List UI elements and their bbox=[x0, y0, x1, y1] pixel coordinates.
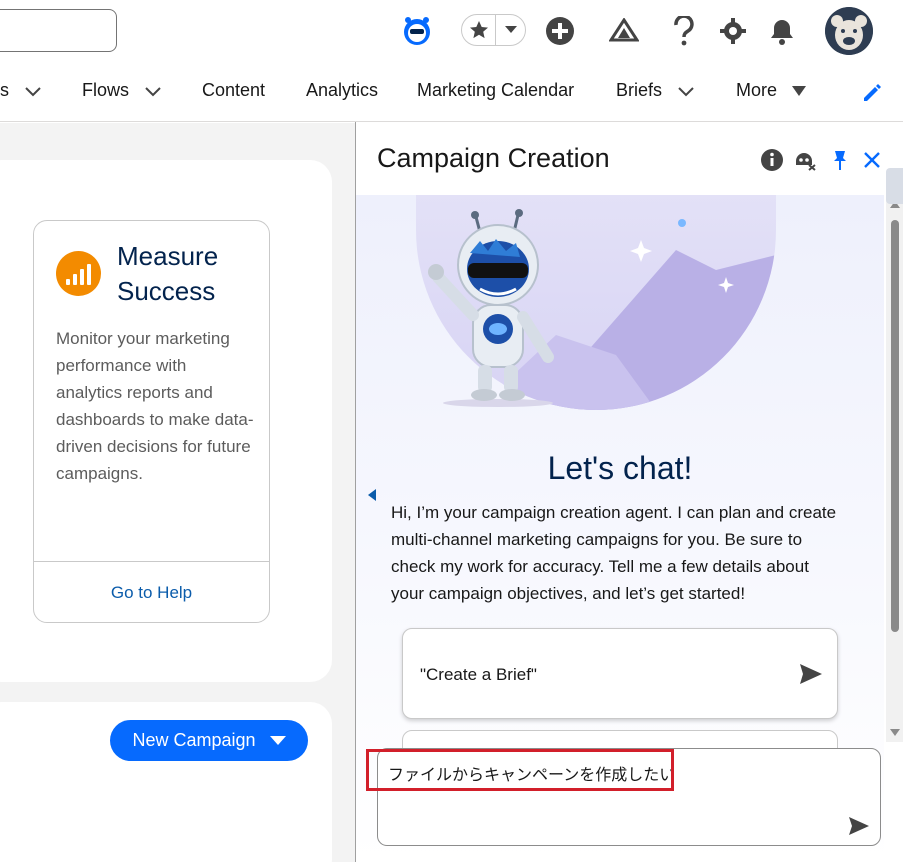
caret-down-icon[interactable] bbox=[269, 736, 286, 745]
gear-icon[interactable] bbox=[716, 14, 750, 48]
chevron-down-icon bbox=[25, 86, 41, 96]
nav-item-label: s bbox=[0, 80, 9, 100]
astro-icon[interactable] bbox=[400, 14, 434, 48]
tile-title: Measure Success bbox=[117, 241, 219, 306]
nav-item-marketing-calendar[interactable]: Marketing Calendar bbox=[417, 80, 574, 101]
bell-icon[interactable] bbox=[765, 14, 799, 48]
global-header bbox=[0, 0, 903, 62]
send-icon[interactable] bbox=[799, 663, 823, 685]
suggested-prompt-text: "Create a Brief" bbox=[420, 665, 537, 684]
new-campaign-label: New Campaign bbox=[132, 730, 256, 750]
nav-item-flows[interactable]: Flows bbox=[82, 80, 163, 101]
nav-item-label: Flows bbox=[82, 80, 130, 100]
pin-icon[interactable] bbox=[827, 147, 853, 173]
chevron-down-icon[interactable] bbox=[496, 15, 525, 45]
nav-item-analytics[interactable]: Analytics bbox=[306, 80, 378, 101]
nav-item-label: Briefs bbox=[616, 80, 663, 100]
chevron-down-icon bbox=[145, 86, 161, 96]
suggested-prompt[interactable]: "Create a Brief" bbox=[402, 628, 838, 719]
analytics-chart-icon bbox=[56, 251, 101, 296]
caret-down-icon bbox=[792, 85, 807, 96]
scroll-down-arrow[interactable] bbox=[890, 729, 900, 736]
go-to-help-link[interactable]: Go to Help bbox=[34, 583, 269, 603]
nav-item-label: Content bbox=[202, 80, 266, 100]
panel-title: Campaign Creation bbox=[377, 143, 610, 173]
astro-robot-mascot bbox=[428, 209, 554, 407]
nav-item-label: Marketing Calendar bbox=[417, 80, 575, 100]
close-icon[interactable] bbox=[859, 147, 885, 173]
tile-description: Monitor your marketing performance with … bbox=[56, 329, 254, 483]
star-icon[interactable] bbox=[462, 15, 496, 45]
send-icon[interactable] bbox=[848, 816, 870, 836]
collapse-arrow-icon[interactable] bbox=[368, 489, 376, 501]
agent-settings-icon[interactable] bbox=[792, 147, 818, 173]
chevron-down-icon bbox=[678, 86, 694, 96]
highlight-annotation bbox=[366, 749, 674, 791]
trailhead-icon[interactable] bbox=[607, 14, 641, 48]
help-icon[interactable] bbox=[667, 14, 701, 48]
new-campaign-button[interactable]: New Campaign bbox=[110, 720, 308, 761]
tile-divider bbox=[34, 561, 269, 562]
nav-item-label: Analytics bbox=[306, 80, 379, 100]
info-icon[interactable] bbox=[759, 147, 785, 173]
panel-scrollbar[interactable] bbox=[886, 195, 903, 742]
app-nav-bar: s Flows Content Analytics Marketing Cale… bbox=[0, 62, 903, 122]
search-input[interactable] bbox=[0, 9, 117, 52]
measure-success-tile: Measure Success Monitor your marketing p… bbox=[33, 220, 270, 623]
nav-item-content[interactable]: Content bbox=[202, 80, 265, 101]
nav-item-more[interactable]: More bbox=[736, 80, 807, 101]
scroll-thumb[interactable] bbox=[891, 220, 899, 632]
plus-icon[interactable] bbox=[543, 14, 577, 48]
pencil-icon[interactable] bbox=[861, 82, 883, 109]
chat-heading: Let's chat! bbox=[547, 450, 693, 486]
chat-intro-text: Hi, I’m your campaign creation agent. I … bbox=[391, 503, 837, 603]
avatar[interactable] bbox=[825, 7, 873, 55]
panel-collapse-tab[interactable] bbox=[886, 168, 903, 204]
nav-item-truncated[interactable]: s bbox=[0, 80, 43, 101]
favorites-group bbox=[461, 14, 526, 46]
nav-item-label: More bbox=[736, 80, 778, 100]
nav-item-briefs[interactable]: Briefs bbox=[616, 80, 696, 101]
